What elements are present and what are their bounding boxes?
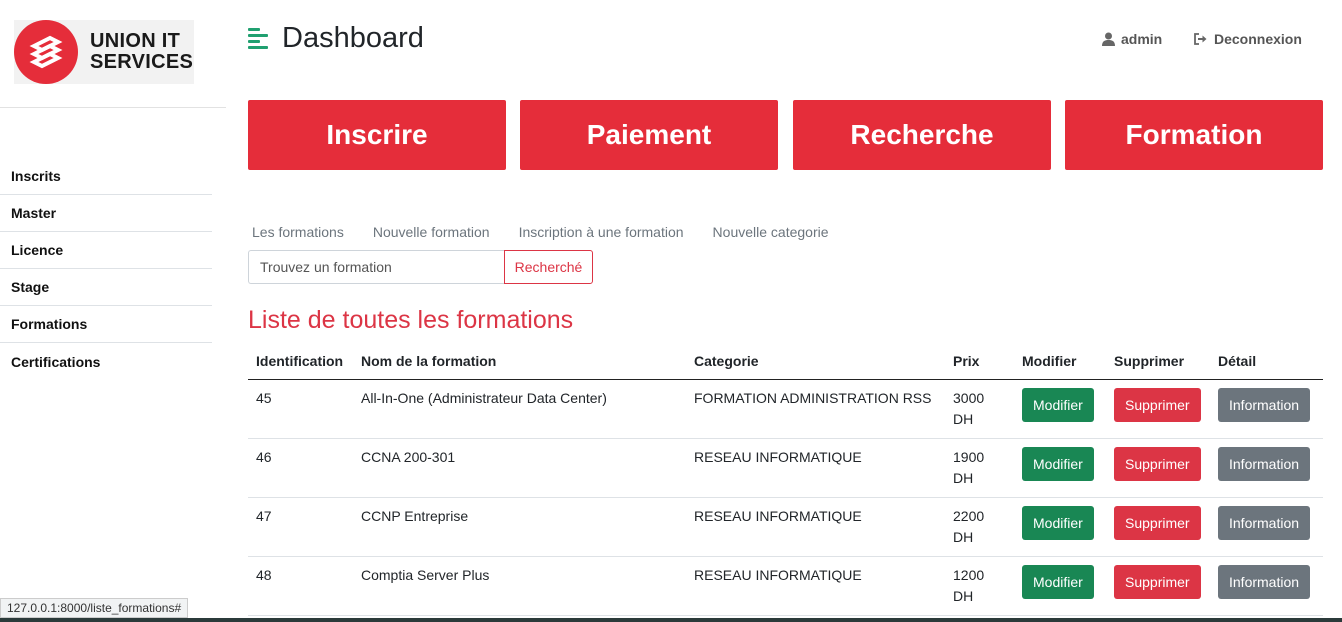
cell-category: FORMATION ADMINISTRATION RSS	[686, 379, 945, 439]
logo-text: UNION IT SERVICES	[90, 30, 194, 73]
subnav-inscription-formation[interactable]: Inscription à une formation	[519, 224, 684, 240]
user-icon	[1102, 32, 1115, 46]
user-menu[interactable]: admin	[1102, 31, 1162, 47]
table-row: 48 Comptia Server Plus RESEAU INFORMATIQ…	[248, 556, 1323, 616]
cell-edit: Modifier	[1014, 497, 1106, 557]
cell-detail: Information	[1210, 379, 1323, 439]
col-header-edit: Modifier	[1014, 344, 1106, 380]
col-header-name: Nom de la formation	[353, 344, 686, 380]
table-row: 47 CCNP Entreprise RESEAU INFORMATIQUE 2…	[248, 497, 1323, 557]
page-title: Dashboard	[282, 22, 424, 54]
tile-paiement[interactable]: Paiement	[520, 100, 778, 170]
delete-button[interactable]: Supprimer	[1114, 505, 1201, 540]
hamburger-icon[interactable]	[248, 28, 268, 49]
table-row: 45 All-In-One (Administrateur Data Cente…	[248, 379, 1323, 439]
formations-subnav: Les formations Nouvelle formation Inscri…	[252, 224, 858, 240]
price-currency: DH	[953, 469, 974, 486]
tile-recherche[interactable]: Recherche	[793, 100, 1051, 170]
cell-edit: Modifier	[1014, 438, 1106, 498]
cell-delete: Supprimer	[1106, 497, 1210, 557]
info-button[interactable]: Information	[1218, 505, 1311, 540]
cell-category: RESEAU INFORMATIQUE	[686, 438, 945, 498]
subnav-nouvelle-formation[interactable]: Nouvelle formation	[373, 224, 490, 240]
cell-price: 1900 DH	[945, 438, 1014, 498]
subnav-nouvelle-categorie[interactable]: Nouvelle categorie	[713, 224, 829, 240]
info-button[interactable]: Information	[1218, 446, 1311, 481]
cell-edit: Modifier	[1014, 556, 1106, 616]
cell-category: RESEAU INFORMATIQUE	[686, 556, 945, 616]
price-value: 3000	[953, 389, 985, 406]
delete-button[interactable]: Supprimer	[1114, 446, 1201, 481]
col-header-category: Categorie	[686, 344, 945, 380]
cell-category: RESEAU INFORMATIQUE	[686, 497, 945, 557]
col-header-delete: Supprimer	[1106, 344, 1210, 380]
table-row: 46 CCNA 200-301 RESEAU INFORMATIQUE 1900…	[248, 438, 1323, 498]
cell-detail: Information	[1210, 556, 1323, 616]
sidebar-divider	[0, 107, 226, 108]
cell-detail: Information	[1210, 497, 1323, 557]
delete-button[interactable]: Supprimer	[1114, 564, 1201, 599]
cell-price: 2200 DH	[945, 497, 1014, 557]
edit-button[interactable]: Modifier	[1022, 446, 1094, 481]
logo-mark-icon	[14, 20, 78, 84]
col-header-detail: Détail	[1210, 344, 1323, 380]
cell-detail: Information	[1210, 438, 1323, 498]
sidebar-item-formations[interactable]: Formations	[0, 306, 212, 343]
os-taskbar	[0, 618, 1342, 622]
logout-link[interactable]: Deconnexion	[1194, 31, 1302, 47]
cell-id: 48	[248, 556, 353, 616]
price-value: 1900	[953, 448, 985, 465]
tile-formation[interactable]: Formation	[1065, 100, 1323, 170]
sign-out-icon	[1194, 33, 1207, 45]
edit-button[interactable]: Modifier	[1022, 387, 1094, 422]
search-form: Recherché	[248, 250, 593, 284]
sidebar-item-stage[interactable]: Stage	[0, 269, 212, 306]
cell-delete: Supprimer	[1106, 379, 1210, 439]
edit-button[interactable]: Modifier	[1022, 564, 1094, 599]
user-name: admin	[1121, 31, 1163, 47]
subnav-les-formations[interactable]: Les formations	[252, 224, 344, 240]
price-value: 1200	[953, 566, 985, 583]
formations-table: Identification Nom de la formation Categ…	[248, 344, 1323, 616]
sidebar-item-licence[interactable]: Licence	[0, 232, 212, 269]
tile-inscrire[interactable]: Inscrire	[248, 100, 506, 170]
cell-delete: Supprimer	[1106, 438, 1210, 498]
search-button[interactable]: Recherché	[504, 250, 593, 284]
cell-id: 47	[248, 497, 353, 557]
cell-id: 46	[248, 438, 353, 498]
browser-status-url: 127.0.0.1:8000/liste_formations#	[0, 598, 189, 618]
cell-name: Comptia Server Plus	[353, 556, 686, 616]
cell-edit: Modifier	[1014, 379, 1106, 439]
delete-button[interactable]: Supprimer	[1114, 387, 1201, 422]
price-currency: DH	[953, 410, 974, 427]
cell-price: 3000 DH	[945, 379, 1014, 439]
cell-name: CCNA 200-301	[353, 438, 686, 498]
price-currency: DH	[953, 587, 974, 604]
table-header-row: Identification Nom de la formation Categ…	[248, 344, 1323, 380]
info-button[interactable]: Information	[1218, 387, 1311, 422]
col-header-id: Identification	[248, 344, 353, 380]
cell-name: All-In-One (Administrateur Data Center)	[353, 379, 686, 439]
cell-id: 45	[248, 379, 353, 439]
sidebar-nav: Inscrits Master Licence Stage Formations…	[0, 158, 212, 380]
logout-label: Deconnexion	[1214, 31, 1302, 47]
col-header-price: Prix	[945, 344, 1014, 380]
sidebar-item-master[interactable]: Master	[0, 195, 212, 232]
list-title: Liste de toutes les formations	[248, 306, 574, 334]
info-button[interactable]: Information	[1218, 564, 1311, 599]
logo[interactable]: UNION IT SERVICES	[14, 20, 194, 84]
edit-button[interactable]: Modifier	[1022, 505, 1094, 540]
sidebar-item-certifications[interactable]: Certifications	[0, 343, 212, 380]
price-value: 2200	[953, 507, 985, 524]
sidebar-item-inscrits[interactable]: Inscrits	[0, 158, 212, 195]
sidebar: UNION IT SERVICES Inscrits Master Licenc…	[0, 0, 226, 622]
search-input[interactable]	[248, 250, 504, 284]
cell-price: 1200 DH	[945, 556, 1014, 616]
cell-delete: Supprimer	[1106, 556, 1210, 616]
cell-name: CCNP Entreprise	[353, 497, 686, 557]
price-currency: DH	[953, 528, 974, 545]
